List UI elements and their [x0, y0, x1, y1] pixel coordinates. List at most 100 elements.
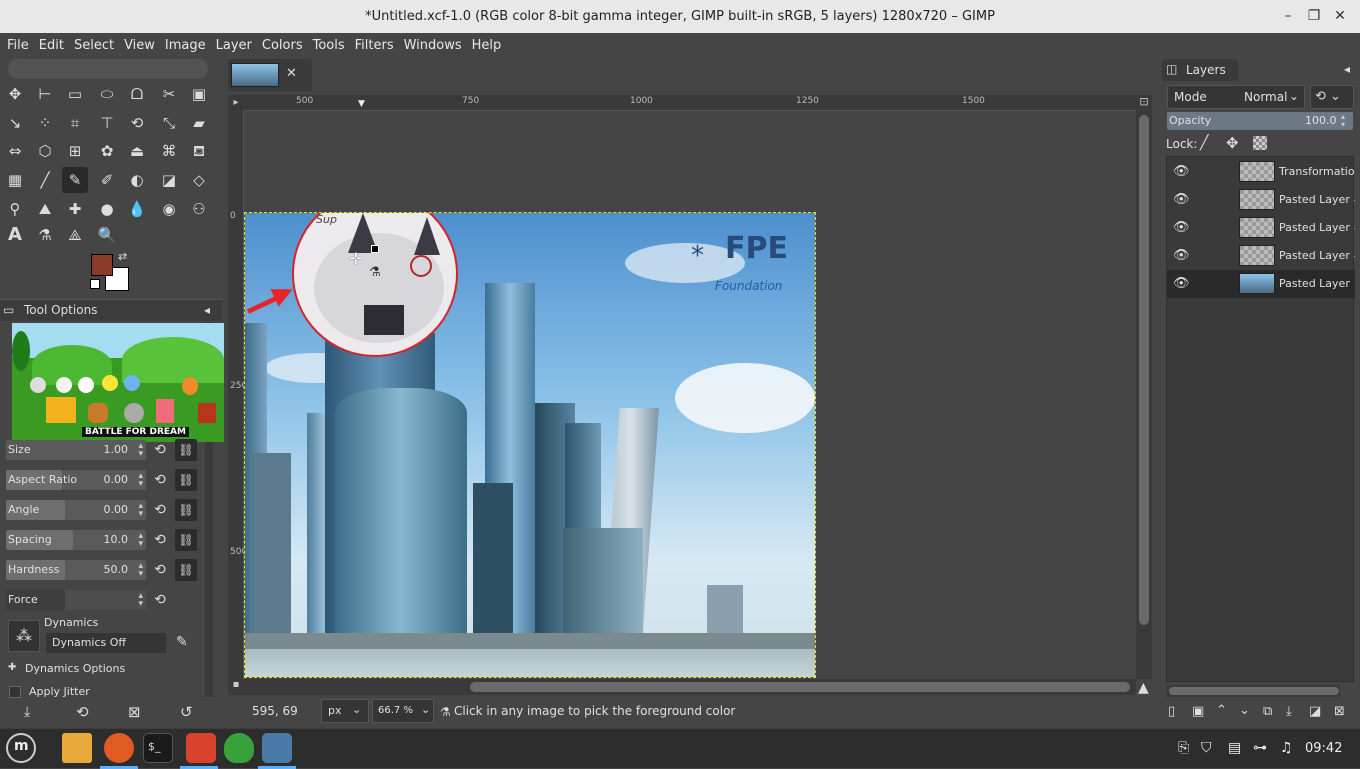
layer-list-scrollbar-thumb[interactable]	[1169, 687, 1339, 695]
align-tool-icon[interactable]: ⊢	[32, 81, 58, 107]
color-picker-icon[interactable]: ⚗	[32, 222, 58, 248]
layer-row[interactable]: 👁 Transformation	[1167, 158, 1355, 186]
lock-alpha-icon[interactable]	[1253, 136, 1267, 150]
size-spinner-icon[interactable]: ▴ ▾	[138, 442, 143, 459]
rotate-tool-icon[interactable]: ⟲	[124, 110, 150, 136]
aspect-ratio-spinner-icon[interactable]: ▴ ▾	[138, 472, 143, 489]
dynamics-select[interactable]: Dynamics Off	[46, 633, 166, 653]
zoom-tool-icon[interactable]: 🔍	[94, 222, 120, 248]
close-tab-icon[interactable]: ✕	[286, 66, 297, 81]
angle-slider[interactable]: Angle 0.00 ▴ ▾	[6, 500, 146, 520]
text-tool-icon[interactable]: A	[2, 222, 28, 248]
duplicate-layer-icon[interactable]: ⧉	[1263, 704, 1272, 719]
apply-jitter-checkbox[interactable]	[9, 686, 21, 698]
layer-row[interactable]: 👁 Pasted Layer #	[1167, 186, 1355, 214]
layer-list-scrollbar[interactable]	[1167, 685, 1340, 697]
paths-tool-icon[interactable]: ⌘	[156, 138, 182, 164]
menu-windows[interactable]: Windows	[399, 38, 467, 53]
reset-icon[interactable]: ⟲	[151, 470, 169, 490]
flip-tool-icon[interactable]: ⇔	[2, 138, 28, 164]
menu-edit[interactable]: Edit	[34, 38, 69, 53]
link-icon[interactable]: ⛓	[175, 499, 197, 521]
clone-tool-icon[interactable]: ◪	[156, 167, 182, 193]
eye-icon[interactable]: 👁	[1173, 192, 1190, 207]
menu-icon[interactable]: m	[6, 733, 36, 763]
horizontal-scrollbar-thumb[interactable]	[470, 682, 1130, 692]
maximize-button[interactable]: ❐	[1304, 6, 1324, 26]
bandage-tool-icon[interactable]: ✚	[62, 196, 88, 222]
navigate-icon[interactable]: ▪	[228, 679, 244, 695]
reset-options-icon[interactable]: ↺	[180, 703, 193, 721]
ellipse-select-icon[interactable]: ⬭	[94, 81, 120, 107]
tool-options-tab[interactable]: ▭ Tool Options ◂	[0, 299, 222, 321]
lock-position-icon[interactable]: ✥	[1226, 134, 1239, 152]
clock[interactable]: 09:42	[1305, 741, 1342, 756]
menu-layer[interactable]: Layer	[211, 38, 257, 53]
layer-row-selected[interactable]: 👁 Pasted Layer	[1167, 270, 1355, 298]
horizontal-scrollbar[interactable]	[244, 679, 1136, 695]
notes-icon[interactable]: ▤	[1228, 740, 1241, 756]
shear-tool-icon[interactable]: ▰	[186, 110, 212, 136]
raise-layer-icon[interactable]: ⌃	[1216, 703, 1227, 718]
foreground-select-icon[interactable]: ▣	[186, 81, 212, 107]
menu-filters[interactable]: Filters	[350, 38, 399, 53]
unit-select[interactable]: px ⌄	[321, 699, 369, 723]
crop-tool-icon[interactable]: ⌗	[62, 110, 88, 136]
lock-pixels-icon[interactable]: ╱	[1200, 135, 1208, 151]
eye-icon[interactable]: 👁	[1173, 276, 1190, 291]
menu-select[interactable]: Select	[69, 38, 119, 53]
terminal-icon[interactable]: $_	[143, 733, 173, 763]
paintbrush-icon[interactable]: ╱	[32, 167, 58, 193]
restore-options-icon[interactable]: ⟲	[76, 703, 89, 721]
layer-mode-switch-icon[interactable]: ⟲ ⌄	[1310, 85, 1354, 109]
volume-icon[interactable]: ♫	[1280, 740, 1293, 756]
firefox-icon[interactable]	[104, 733, 134, 763]
dynamics-options-label[interactable]: Dynamics Options	[25, 662, 125, 675]
eraser-icon[interactable]: ◇	[186, 167, 212, 193]
network-icon[interactable]: ⊶	[1253, 740, 1267, 756]
airbrush-icon[interactable]: ✐	[94, 167, 120, 193]
menu-image[interactable]: Image	[160, 38, 211, 53]
measure-tool-icon[interactable]: ⟁	[62, 222, 88, 248]
close-button[interactable]: ✕	[1330, 6, 1350, 26]
swap-colors-icon[interactable]: ⇄	[118, 250, 127, 263]
warp-transform-icon[interactable]: ✿	[94, 138, 120, 164]
shield-app-icon[interactable]	[224, 733, 254, 763]
mode-select[interactable]: Mode Normal ⌄	[1167, 85, 1305, 109]
eye-icon[interactable]: 👁	[1173, 220, 1190, 235]
reset-icon[interactable]: ⟲	[151, 560, 169, 580]
lower-layer-icon[interactable]: ⌄	[1239, 703, 1250, 718]
link-icon[interactable]: ⛓	[175, 469, 197, 491]
menu-help[interactable]: Help	[467, 38, 507, 53]
force-spinner-icon[interactable]: ▴ ▾	[138, 592, 143, 609]
crop-pencil-icon[interactable]: ↘	[2, 110, 28, 136]
menu-colors[interactable]: Colors	[257, 38, 308, 53]
eye-icon[interactable]: 👁	[1173, 164, 1190, 179]
gradient-tool-icon[interactable]: ▦	[2, 167, 28, 193]
pencil-tool-icon[interactable]: ✎	[62, 167, 88, 193]
minimize-button[interactable]: –	[1278, 6, 1298, 26]
reset-icon[interactable]: ⟲	[151, 590, 169, 610]
vertical-scrollbar-thumb[interactable]	[1139, 115, 1149, 625]
zoom-select[interactable]: 66.7 % ⌄	[372, 699, 434, 723]
opacity-spinner-icon[interactable]: ▴ ▾	[1341, 113, 1345, 129]
rect-select-icon[interactable]: ▭	[62, 81, 88, 107]
menu-tools[interactable]: Tools	[308, 38, 350, 53]
image-tab[interactable]: ✕	[228, 59, 312, 91]
perspective-tool-icon[interactable]: ⬡	[32, 138, 58, 164]
spacing-slider[interactable]: Spacing 10.0 ▴ ▾	[6, 530, 146, 550]
link-icon[interactable]: ⛓	[175, 529, 197, 551]
cage-transform-icon[interactable]: ⊞	[62, 138, 88, 164]
layers-tab[interactable]: ◫ Layers	[1162, 59, 1238, 81]
image-canvas[interactable]: ⁎ FPE Foundation Sup ✛ ⚗	[244, 212, 816, 678]
heal-tool-icon[interactable]: ⛰	[32, 196, 58, 222]
smudge-tool-icon[interactable]: ⚲	[2, 196, 28, 222]
free-select-icon[interactable]: ᗝ	[124, 81, 150, 107]
shield-tray-icon[interactable]: ⛉	[1201, 740, 1212, 756]
vertical-scrollbar[interactable]	[1136, 111, 1152, 679]
angle-spinner-icon[interactable]: ▴ ▾	[138, 502, 143, 519]
hardness-spinner-icon[interactable]: ▴ ▾	[138, 562, 143, 579]
dodge-burn-icon[interactable]: ◉	[156, 196, 182, 222]
layer-row[interactable]: 👁 Pasted Layer #	[1167, 214, 1355, 242]
menu-file[interactable]: File	[2, 38, 34, 53]
